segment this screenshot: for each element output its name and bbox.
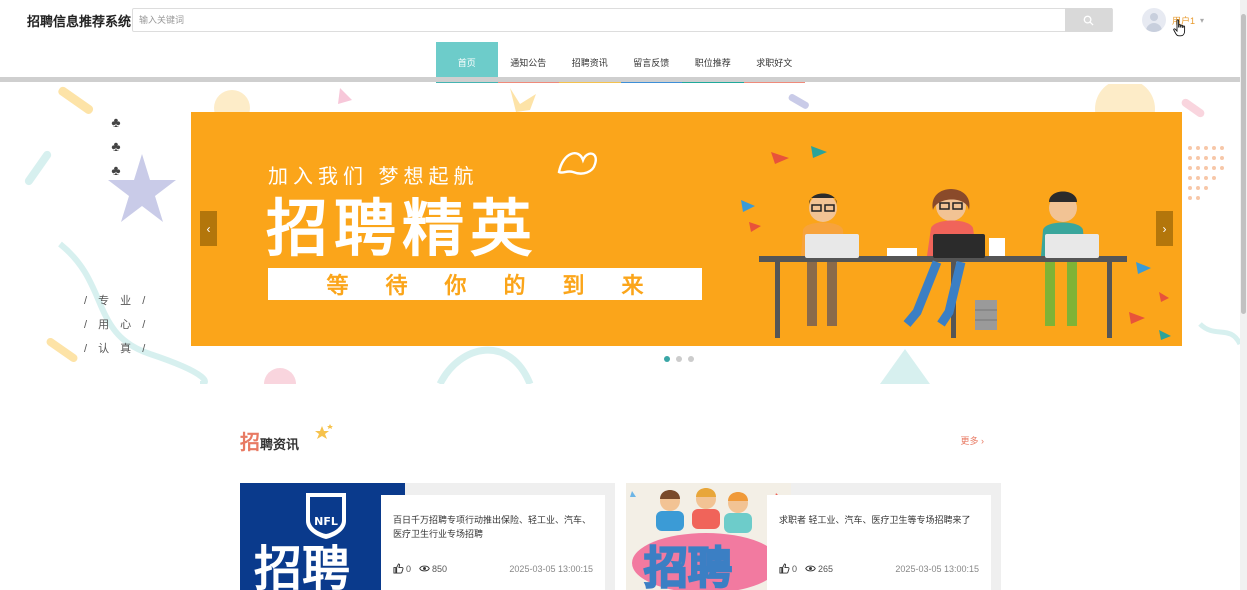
news-card-meta: 0 850 2025-03-05 13:00:15 [393, 563, 593, 574]
view-count: 265 [818, 563, 834, 574]
nav-label: 首页 [457, 58, 476, 68]
office-workers-illustration [741, 146, 1171, 340]
like-count: 0 [406, 563, 412, 574]
news-card-date: 2025-03-05 13:00:15 [509, 563, 593, 574]
news-card[interactable]: NFL 招聘 百日千万招聘专项行动推出保险、轻工业、汽车、医疗卫生行业专场招聘 … [240, 483, 615, 590]
slogan-line: / 认 真 / [84, 343, 150, 355]
chevron-right-icon: › [1162, 221, 1167, 236]
top-header: 招聘信息推荐系统 用户1 ▾ [0, 0, 1247, 40]
news-card-date: 2025-03-05 13:00:15 [895, 563, 979, 574]
carousel-next-button[interactable]: › [1156, 211, 1173, 246]
carousel-indicators [664, 356, 694, 362]
section-title-first-char: 招 [240, 432, 260, 454]
avatar[interactable] [1142, 8, 1166, 32]
clubs-decoration: ♣ ♣ ♣ [111, 114, 121, 178]
news-card-title[interactable]: 求职者 轻工业、汽车、医疗卫生等专场招聘来了 [779, 513, 979, 527]
news-card[interactable]: 招聘 求职者 轻工业、汽车、医疗卫生等专场招聘来了 0 265 2025-03-… [626, 483, 1001, 590]
strip-char: 的 [503, 273, 526, 298]
bird-logo-icon [557, 152, 597, 175]
nav-label: 求职好文 [756, 58, 793, 68]
search-bar [132, 8, 1113, 32]
recruit-news-section-header: 招聘资讯 更多 › [240, 424, 986, 454]
eye-icon [419, 565, 430, 572]
banner-slide[interactable]: 加入我们 梦想起航 招聘精英 等 待 你 的 到 来 [191, 112, 1182, 346]
section-title-rest: 聘资讯 [260, 437, 300, 452]
search-icon [1083, 15, 1094, 26]
card-image-text: 招聘 [254, 541, 350, 590]
strip-char: 待 [385, 273, 408, 298]
nfl-logo-text: NFL [314, 515, 338, 528]
search-button[interactable] [1065, 8, 1112, 32]
star-icon [315, 424, 333, 439]
card-image-text: 招聘 [644, 543, 732, 590]
section-title: 招聘资讯 [240, 426, 299, 455]
news-card-title[interactable]: 百日千万招聘专项行动推出保险、轻工业、汽车、医疗卫生行业专场招聘 [393, 513, 593, 541]
slogan-line: / 用 心 / [84, 319, 150, 331]
nav-label: 通知公告 [510, 58, 547, 68]
view-count: 850 [432, 563, 448, 574]
scrollbar-thumb[interactable] [1241, 14, 1246, 314]
more-link[interactable]: 更多 › [961, 434, 985, 447]
news-card-meta: 0 265 2025-03-05 13:00:15 [779, 563, 979, 574]
nav-label: 招聘资讯 [571, 58, 608, 68]
news-card-info: 百日千万招聘专项行动推出保险、轻工业、汽车、医疗卫生行业专场招聘 0 850 2… [381, 495, 605, 590]
carousel-dot[interactable] [664, 356, 670, 362]
banner-subtitle: 加入我们 梦想起航 [268, 166, 479, 188]
carousel-prev-button[interactable]: ‹ [200, 211, 217, 246]
thumbs-up-icon[interactable] [779, 563, 790, 574]
news-card-info: 求职者 轻工业、汽车、医疗卫生等专场招聘来了 0 265 2025-03-05 … [767, 495, 991, 590]
nav-label: 留言反馈 [633, 58, 670, 68]
chevron-down-icon[interactable]: ▾ [1200, 16, 1204, 25]
strip-char: 来 [621, 273, 644, 298]
side-slogans: / 专 业 / / 用 心 / / 认 真 / [84, 289, 149, 361]
chevron-left-icon: ‹ [206, 221, 211, 236]
hand-cursor-icon [1173, 19, 1186, 37]
slogan-line: / 专 业 / [84, 295, 150, 307]
nav-divider [0, 77, 1247, 82]
like-count: 0 [792, 563, 798, 574]
thumbs-up-icon[interactable] [393, 563, 404, 574]
nav-label: 职位推荐 [694, 58, 731, 68]
banner-strip: 等 待 你 的 到 来 [268, 268, 702, 300]
eye-icon [805, 565, 816, 572]
strip-char: 到 [562, 273, 585, 298]
carousel-dot[interactable] [688, 356, 694, 362]
strip-char: 你 [444, 273, 467, 298]
search-input[interactable] [133, 9, 1066, 31]
strip-char: 等 [326, 273, 349, 298]
carousel-dot[interactable] [676, 356, 682, 362]
site-logo[interactable]: 招聘信息推荐系统 [27, 11, 131, 30]
banner-title: 招聘精英 [266, 192, 539, 265]
